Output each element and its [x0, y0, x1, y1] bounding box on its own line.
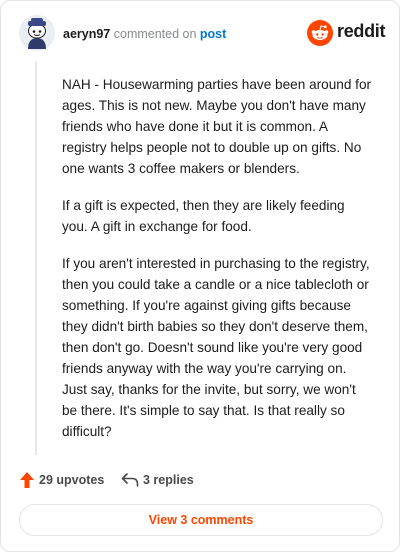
reddit-wordmark: reddit — [337, 21, 386, 41]
comment-paragraph-2: If a gift is expected, then they are lik… — [62, 198, 345, 234]
post-link[interactable]: post — [200, 27, 226, 41]
snoo-avatar-icon[interactable] — [19, 15, 55, 51]
reply-arrow-icon — [121, 472, 139, 488]
reddit-brand[interactable]: reddit — [307, 20, 386, 46]
view-comments-button[interactable]: View 3 comments — [19, 504, 383, 536]
comment-paragraph-3: If you aren't interested in purchasing t… — [62, 256, 370, 439]
upvotes-count: 29 upvotes — [39, 473, 105, 487]
upvote-arrow-icon — [19, 471, 35, 489]
action-text: commented on — [110, 27, 200, 41]
reddit-logo-icon — [307, 20, 333, 46]
comment-card: aeryn97 commented on post reddit NAH - H… — [0, 0, 400, 552]
thread-line[interactable] — [35, 61, 37, 455]
comment-body: NAH - Housewarming parties have been aro… — [62, 74, 372, 458]
comment-header: aeryn97 commented on post reddit — [19, 15, 386, 53]
comment-meta: aeryn97 commented on post — [63, 27, 226, 41]
username-link[interactable]: aeryn97 — [63, 27, 110, 41]
comment-footer: 29 upvotes 3 replies — [19, 469, 379, 491]
replies-count: 3 replies — [143, 473, 194, 487]
comment-paragraph-1: NAH - Housewarming parties have been aro… — [62, 77, 372, 176]
